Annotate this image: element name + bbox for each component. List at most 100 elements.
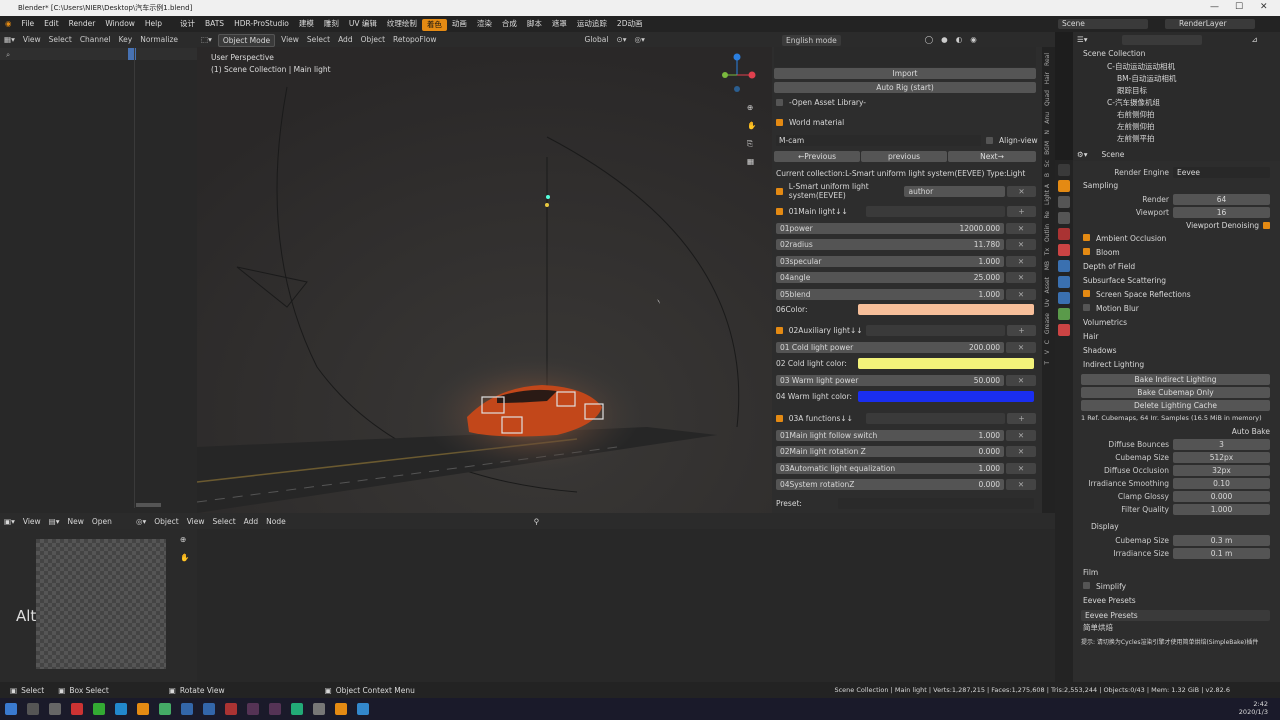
dopesheet-menu-view[interactable]: View xyxy=(19,32,45,48)
workspace-tab[interactable]: 雕刻 xyxy=(319,16,344,32)
warm-light-power-field[interactable]: 03 Warm light power 50.000 xyxy=(776,374,1004,386)
close-icon[interactable]: ✕ xyxy=(1006,341,1036,353)
align-view-toggle[interactable]: Align-view xyxy=(986,136,1038,145)
node-menu-node[interactable]: Node xyxy=(262,517,290,526)
section-sampling[interactable]: Sampling xyxy=(1073,179,1280,193)
n-panel-tab[interactable]: N xyxy=(1044,130,1051,135)
delete-lighting-cache-button[interactable]: Delete Lighting Cache xyxy=(1081,400,1270,411)
render-samples-field[interactable]: 64 xyxy=(1173,194,1270,205)
section-depth-of-field[interactable]: Depth of Field xyxy=(1073,260,1280,274)
pin-icon[interactable]: ⚲ xyxy=(530,517,544,526)
checkbox[interactable] xyxy=(776,326,783,334)
physics-tab-icon[interactable] xyxy=(1058,292,1070,304)
outliner-item[interactable]: 左前侧仰拍 xyxy=(1087,121,1176,133)
section-indirect-lighting[interactable]: Indirect Lighting xyxy=(1073,358,1280,372)
pan-hand-icon[interactable]: ✋ xyxy=(180,553,189,562)
close-icon[interactable]: ✕ xyxy=(1260,2,1268,12)
constraint-tab-icon[interactable] xyxy=(1058,308,1070,320)
bottom-editor-area[interactable]: ⊕ ✋ Alt xyxy=(0,529,1073,682)
property-field[interactable]: 02Main light rotation Z 0.000 xyxy=(776,446,1004,458)
output-tab-icon[interactable] xyxy=(1058,196,1070,208)
start-icon[interactable] xyxy=(5,703,17,715)
menu-file[interactable]: File xyxy=(17,16,40,32)
outliner-item[interactable]: BM-自动运动相机 xyxy=(1087,73,1176,85)
viewport-menu-retopoflow[interactable]: RetopoFlow xyxy=(389,32,441,48)
outliner-item[interactable]: C-自动运动运动相机 xyxy=(1087,61,1176,73)
ortho-grid-icon[interactable]: ▦ xyxy=(747,157,754,166)
n-panel-tab[interactable]: B xyxy=(1044,173,1051,177)
n-panel-tab[interactable]: Re xyxy=(1044,211,1051,219)
checkbox[interactable] xyxy=(776,207,783,215)
property-field[interactable]: 01power 12000.000 xyxy=(776,222,1004,234)
workspace-tab[interactable]: 合成 xyxy=(497,16,522,32)
viewport-menu-view[interactable]: View xyxy=(277,32,303,48)
image-editor-type-icon[interactable]: ▣▾ xyxy=(0,517,19,526)
close-icon[interactable]: ✕ xyxy=(1006,222,1036,234)
image-browse-icon[interactable]: ▤▾ xyxy=(45,517,64,526)
navigation-gizmo[interactable] xyxy=(717,53,757,93)
world-tab-icon[interactable] xyxy=(1058,244,1070,256)
filter-icon[interactable]: ⊿ xyxy=(1252,35,1258,44)
close-icon[interactable]: ✕ xyxy=(1006,446,1036,458)
main-color-swatch[interactable] xyxy=(858,303,1034,315)
app-icon[interactable] xyxy=(71,703,83,715)
bake-indirect-button[interactable]: Bake Indirect Lighting xyxy=(1081,374,1270,385)
il-field[interactable]: 0.000 xyxy=(1173,491,1270,502)
app-icon[interactable] xyxy=(357,703,369,715)
section-eevee-presets[interactable]: Eevee Presets xyxy=(1073,594,1280,608)
section-shadows[interactable]: Shadows xyxy=(1073,344,1280,358)
open-asset-library[interactable]: -Open Asset Library- xyxy=(776,98,866,107)
shader-editor-type-icon[interactable]: ◎▾ xyxy=(132,517,150,526)
close-icon[interactable]: ✕ xyxy=(1007,185,1036,197)
n-panel-tab[interactable]: BGM xyxy=(1044,141,1051,155)
display-field[interactable]: 0.3 m xyxy=(1173,535,1270,546)
material-shading-icon[interactable]: ◐ xyxy=(952,32,967,48)
author-field[interactable]: author xyxy=(904,185,1006,197)
zoom-icon[interactable]: ⊕ xyxy=(180,535,186,544)
menu-render[interactable]: Render xyxy=(64,16,101,32)
section-hair[interactable]: Hair xyxy=(1073,330,1280,344)
view-layer-tab-icon[interactable] xyxy=(1058,212,1070,224)
checkbox[interactable] xyxy=(776,414,783,422)
n-panel-tab[interactable]: Real xyxy=(1044,53,1051,66)
close-icon[interactable]: ✕ xyxy=(1006,374,1036,386)
dopesheet-menu-key[interactable]: Key xyxy=(115,32,137,48)
checkbox[interactable] xyxy=(1263,222,1270,229)
after-effects-icon[interactable] xyxy=(269,703,281,715)
outliner-item[interactable]: 跟踪目标 xyxy=(1087,85,1176,97)
normalize-toggle[interactable]: Normalize xyxy=(136,32,182,48)
outliner-item[interactable]: 左前侧平拍 xyxy=(1087,133,1176,145)
property-field[interactable]: 04angle 25.000 xyxy=(776,272,1004,284)
image-menu-view[interactable]: View xyxy=(19,517,45,526)
n-panel-tab[interactable]: T xyxy=(1044,361,1051,365)
premiere-icon[interactable] xyxy=(247,703,259,715)
outliner-type-icon[interactable]: ☰▾ xyxy=(1073,35,1092,44)
section-film[interactable]: Film xyxy=(1073,566,1280,580)
add-icon[interactable]: + xyxy=(1007,205,1036,217)
preset-dropdown[interactable] xyxy=(838,498,1034,509)
workspace-tab[interactable]: 脚本 xyxy=(522,16,547,32)
auto-rig-button[interactable]: Auto Rig (start) xyxy=(774,82,1036,93)
pan-hand-icon[interactable]: ✋ xyxy=(747,121,756,130)
close-icon[interactable]: ✕ xyxy=(1006,462,1036,474)
workspace-tab[interactable]: 纹理绘制 xyxy=(382,16,422,32)
workspace-tab[interactable]: 遮罩 xyxy=(547,16,572,32)
menu-edit[interactable]: Edit xyxy=(39,16,64,32)
viewport-menu-select[interactable]: Select xyxy=(303,32,334,48)
il-field[interactable]: 512px xyxy=(1173,452,1270,463)
bake-cubemap-button[interactable]: Bake Cubemap Only xyxy=(1081,387,1270,398)
n-panel-tab[interactable]: MB xyxy=(1044,261,1051,270)
property-field[interactable]: 04System rotationZ 0.000 xyxy=(776,479,1004,491)
app-icon[interactable] xyxy=(291,703,303,715)
open-image-button[interactable]: Open xyxy=(88,517,116,526)
n-panel-tab[interactable]: Quad xyxy=(1044,90,1051,106)
editor-type-icon[interactable]: ▦▾ xyxy=(0,32,19,48)
add-icon[interactable]: + xyxy=(1007,324,1036,336)
viewport-menu-object[interactable]: Object xyxy=(357,32,389,48)
workspace-tab[interactable]: 设计 xyxy=(175,16,200,32)
section-simplify[interactable]: Simplify xyxy=(1073,580,1280,594)
close-icon[interactable]: ✕ xyxy=(1006,272,1036,284)
snap-icon[interactable]: ⊙▾ xyxy=(612,32,630,48)
viewport-samples-field[interactable]: 16 xyxy=(1173,207,1270,218)
section-ssr[interactable]: Screen Space Reflections xyxy=(1073,288,1280,302)
